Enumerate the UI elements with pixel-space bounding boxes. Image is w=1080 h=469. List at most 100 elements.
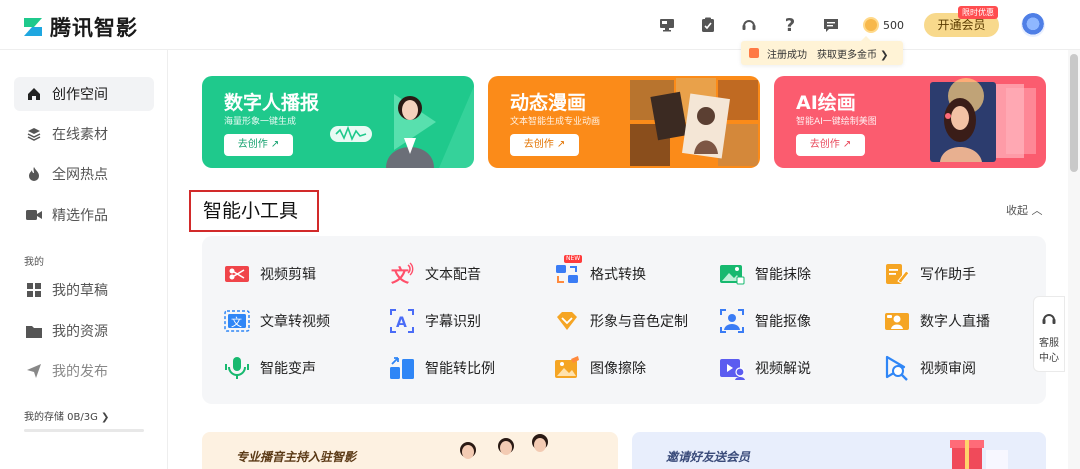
gift-illustration xyxy=(950,440,1008,469)
promo-card-anchors[interactable]: 专业播音主持入驻智影 xyxy=(202,432,618,469)
banner-create-button[interactable]: 去创作 ↗ xyxy=(224,134,293,156)
register-tooltip: 注册成功 获取更多金币 ❯ xyxy=(741,36,903,65)
tool-video-narration[interactable]: 视频解说 xyxy=(719,353,879,383)
coin-icon xyxy=(863,17,879,33)
sidebar-item-hot[interactable]: 全网热点 xyxy=(14,157,154,191)
text-voice-icon: 文 xyxy=(391,262,414,287)
promo-card-title: 专业播音主持入驻智影 xyxy=(236,450,357,464)
sidebar-item-drafts[interactable]: 我的草稿 xyxy=(14,273,154,307)
video-narrate-icon xyxy=(720,359,745,380)
banner-comic-illustration xyxy=(630,78,758,166)
banner-create-button[interactable]: 去创作 ↗ xyxy=(510,134,579,156)
image-wipe-icon xyxy=(555,356,579,378)
help-icon[interactable]: ? xyxy=(779,14,801,36)
tool-avatar-voice-custom[interactable]: 形象与音色定制 xyxy=(554,306,714,336)
article-video-icon: 文 xyxy=(224,310,250,332)
tool-label: 图像擦除 xyxy=(590,361,646,377)
ratio-icon xyxy=(390,357,414,379)
collapse-button[interactable]: 收起 ︿ xyxy=(1006,202,1043,218)
tool-label: 格式转换 xyxy=(590,267,646,283)
page-scrollbar[interactable] xyxy=(1068,50,1080,469)
banner-ai-painting[interactable]: AI绘画 智能AI一键绘制美图 去创作 ↗ xyxy=(774,76,1046,168)
sidebar-item-materials[interactable]: 在线素材 xyxy=(14,117,154,151)
banner-motion-comic[interactable]: 动态漫画 文本智能生成专业动画 去创作 ↗ xyxy=(488,76,760,168)
sidebar-item-resources[interactable]: 我的资源 xyxy=(14,314,154,348)
tool-text-voice[interactable]: 文 文本配音 xyxy=(389,259,549,289)
scrollbar-thumb[interactable] xyxy=(1070,54,1078,172)
live-avatar-icon xyxy=(885,313,909,330)
tool-smart-ratio[interactable]: 智能转比例 xyxy=(389,353,549,383)
scissors-icon xyxy=(225,266,249,282)
tool-label: 智能转比例 xyxy=(425,361,495,377)
section-title: 智能小工具 xyxy=(189,190,319,232)
format-convert-icon: NEW xyxy=(554,255,583,287)
tool-smart-erase[interactable]: 智能抹除 xyxy=(719,259,879,289)
tool-smart-cutout[interactable]: 智能抠像 xyxy=(719,306,879,336)
tooltip-text: 注册成功 xyxy=(767,49,807,61)
message-icon[interactable] xyxy=(820,14,842,36)
banner-subtitle: 文本智能生成专业动画 xyxy=(510,117,601,127)
promo-card-invite[interactable]: 邀请好友送会员 xyxy=(632,432,1046,469)
tool-label: 视频审阅 xyxy=(920,361,976,377)
sidebar-item-featured[interactable]: 精选作品 xyxy=(14,198,154,232)
tooltip-link[interactable]: 获取更多金币 ❯ xyxy=(817,46,889,61)
send-icon xyxy=(26,363,42,379)
tool-article-to-video[interactable]: 文 文章转视频 xyxy=(224,306,384,336)
tool-format-convert[interactable]: NEW 格式转换 xyxy=(554,255,714,289)
svg-text:A: A xyxy=(396,315,407,331)
tool-digital-human-live[interactable]: 数字人直播 xyxy=(884,306,1044,336)
tool-voice-change[interactable]: 智能变声 xyxy=(224,353,384,383)
tool-subtitle-recognition[interactable]: A 字幕识别 xyxy=(389,306,549,336)
sidebar-item-workspace[interactable]: 创作空间 xyxy=(14,77,154,111)
svg-text:文: 文 xyxy=(391,265,410,287)
tool-writing-assistant[interactable]: 写作助手 xyxy=(884,259,1044,289)
section-label-mine: 我的 xyxy=(24,257,44,268)
top-bar: 腾讯智影 ? 500 开通会员 限时优惠 注册成功 获取更多金币 ❯ xyxy=(0,0,1080,65)
headset-icon[interactable] xyxy=(738,14,760,36)
sidebar-item-label: 我的资源 xyxy=(52,324,108,340)
sidebar-item-label: 精选作品 xyxy=(52,208,108,224)
banner-digital-human[interactable]: 数字人播报 海量形象一键生成 去创作 ↗ xyxy=(202,76,474,168)
banner-subtitle: 海量形象一键生成 xyxy=(224,117,297,127)
tool-label: 视频解说 xyxy=(755,361,811,377)
avatar[interactable] xyxy=(1021,13,1045,37)
gift-icon xyxy=(749,48,759,58)
tool-label: 写作助手 xyxy=(920,267,976,283)
banner-create-button[interactable]: 去创作 ↗ xyxy=(796,134,865,156)
headset-icon xyxy=(1042,314,1056,324)
svg-text:文: 文 xyxy=(231,315,242,329)
app-name: 腾讯智影 xyxy=(50,16,138,40)
sidebar-item-label: 创作空间 xyxy=(52,87,108,103)
tool-video-review[interactable]: 视频审阅 xyxy=(884,353,1044,383)
portrait-cutout-icon xyxy=(720,309,744,333)
banner-title: AI绘画 xyxy=(796,92,856,114)
service-label-line2: 中心 xyxy=(1039,353,1059,364)
monitor-icon[interactable] xyxy=(656,14,678,36)
vip-promo-badge: 限时优惠 xyxy=(958,6,998,19)
sidebar-item-label: 我的发布 xyxy=(52,364,108,380)
coin-balance[interactable]: 500 xyxy=(863,17,904,33)
sidebar-item-published[interactable]: 我的发布 xyxy=(14,354,154,388)
image-erase-icon xyxy=(720,265,745,285)
app-root: 腾讯智影 ? 500 开通会员 限时优惠 注册成功 获取更多金币 ❯ 创作空间 … xyxy=(0,0,1080,469)
tool-video-edit[interactable]: 视频剪辑 xyxy=(224,259,384,289)
sidebar-item-label: 全网热点 xyxy=(52,167,108,183)
tool-label: 形象与音色定制 xyxy=(590,314,688,330)
banner-subtitle: 智能AI一键绘制美图 xyxy=(796,117,877,127)
sidebar-item-label: 我的草稿 xyxy=(52,283,108,299)
flame-icon xyxy=(26,166,42,182)
grid-icon xyxy=(26,282,42,298)
storage-bar xyxy=(24,429,144,432)
subtitle-scan-icon: A xyxy=(390,309,414,333)
tool-label: 智能抠像 xyxy=(755,314,811,330)
customer-service-button[interactable]: 客服 中心 xyxy=(1033,296,1065,372)
service-label-line1: 客服 xyxy=(1039,338,1059,349)
storage-info[interactable]: 我的存储 0B/3G ❯ xyxy=(24,408,109,423)
tool-label: 智能变声 xyxy=(260,361,316,377)
tool-label: 文本配音 xyxy=(425,267,481,283)
banner-title: 数字人播报 xyxy=(224,92,320,114)
tool-image-wipe[interactable]: 图像擦除 xyxy=(554,353,714,383)
clipboard-icon[interactable] xyxy=(697,14,719,36)
logo[interactable]: 腾讯智影 xyxy=(22,12,138,42)
folder-icon xyxy=(26,323,42,339)
